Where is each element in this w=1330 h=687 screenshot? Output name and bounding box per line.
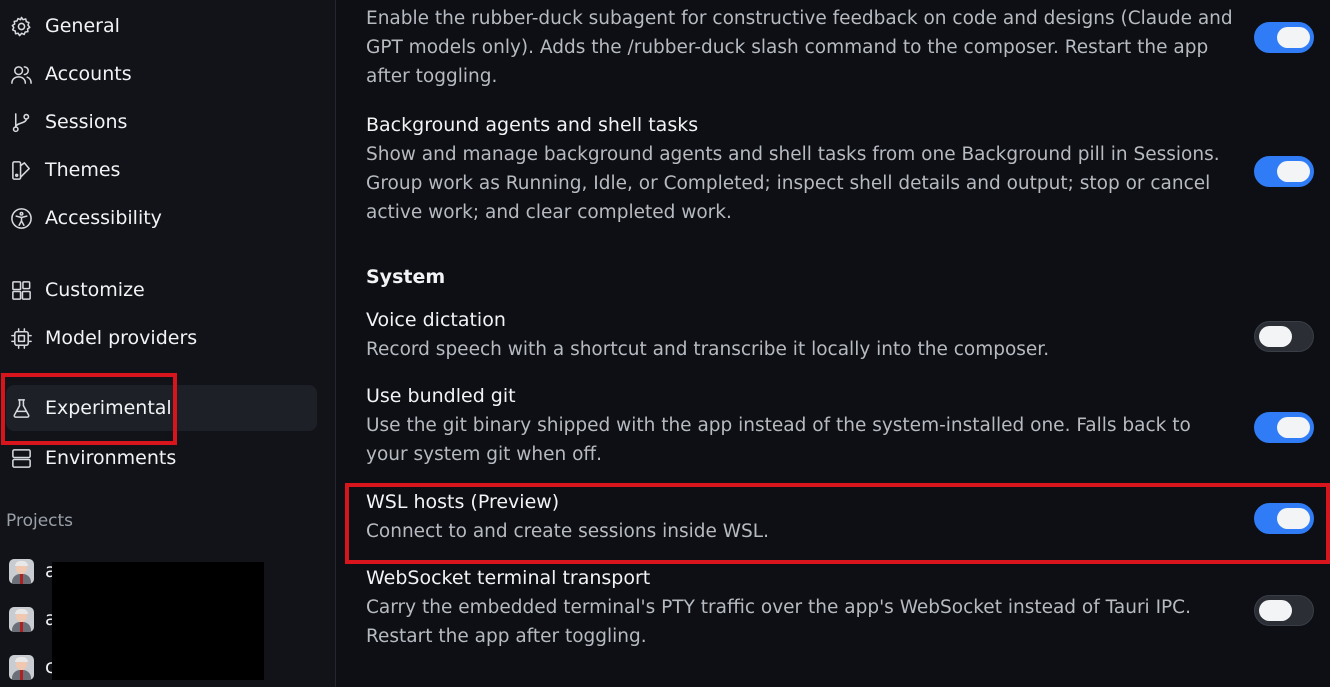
sidebar-item-label: Customize xyxy=(45,279,145,301)
chip-icon xyxy=(8,325,34,351)
sidebar-item-experimental[interactable]: Experimental xyxy=(6,385,317,431)
setting-title: WSL hosts (Preview) xyxy=(366,491,560,513)
sidebar-item-label: Themes xyxy=(45,159,121,181)
setting-voice-dictation: Voice dictation Record speech with a sho… xyxy=(366,306,1236,364)
section-heading-system: System xyxy=(366,266,446,288)
avatar xyxy=(9,606,34,632)
gear-icon xyxy=(8,13,34,39)
sidebar-item-label: Environments xyxy=(45,447,177,469)
setting-title: Voice dictation xyxy=(366,309,506,331)
settings-window: General Accounts Sessions Themes Accessi xyxy=(0,0,1330,687)
settings-content: Enable the rubber-duck subagent for cons… xyxy=(337,0,1330,687)
sidebar-item-customize[interactable]: Customize xyxy=(6,267,317,313)
wsl-hosts-toggle[interactable] xyxy=(1254,503,1314,534)
sidebar-item-label: General xyxy=(45,15,120,37)
setting-description: Use the git binary shipped with the app … xyxy=(366,415,1191,465)
server-icon xyxy=(8,445,34,471)
sidebar-item-accessibility[interactable]: Accessibility xyxy=(6,195,317,241)
setting-description: Show and manage background agents and sh… xyxy=(366,144,1220,223)
toggle-knob xyxy=(1277,417,1310,438)
sidebar-item-themes[interactable]: Themes xyxy=(6,147,317,193)
setting-background-agents: Background agents and shell tasks Show a… xyxy=(366,111,1236,227)
palette-icon xyxy=(8,157,34,183)
sidebar-item-model-providers[interactable]: Model providers xyxy=(6,315,317,361)
accessibility-icon xyxy=(8,205,34,231)
settings-sidebar: General Accounts Sessions Themes Accessi xyxy=(0,0,336,687)
rubber-duck-toggle[interactable] xyxy=(1254,22,1314,53)
setting-wsl-hosts: WSL hosts (Preview) Connect to and creat… xyxy=(366,488,1236,546)
setting-rubber-duck: Enable the rubber-duck subagent for cons… xyxy=(366,4,1236,91)
users-icon xyxy=(8,61,34,87)
setting-description: Record speech with a shortcut and transc… xyxy=(366,339,1050,360)
grid-plus-icon xyxy=(8,277,34,303)
toggle-knob xyxy=(1259,326,1292,347)
toggle-knob xyxy=(1277,161,1310,182)
sidebar-item-label: Experimental xyxy=(45,397,172,419)
sidebar-item-general[interactable]: General xyxy=(6,3,317,49)
sidebar-item-label: Sessions xyxy=(45,111,128,133)
sidebar-item-environments[interactable]: Environments xyxy=(6,435,317,481)
projects-section-label: Projects xyxy=(6,511,74,531)
setting-bundled-git: Use bundled git Use the git binary shipp… xyxy=(366,382,1236,469)
voice-dictation-toggle[interactable] xyxy=(1254,321,1314,352)
branch-icon xyxy=(8,109,34,135)
redaction-block xyxy=(52,562,264,680)
setting-title: WebSocket terminal transport xyxy=(366,567,651,589)
flask-icon xyxy=(8,395,34,421)
toggle-knob xyxy=(1259,600,1292,621)
toggle-knob xyxy=(1277,508,1310,529)
background-agents-toggle[interactable] xyxy=(1254,156,1314,187)
setting-description: Carry the embedded terminal's PTY traffi… xyxy=(366,597,1191,647)
sidebar-item-accounts[interactable]: Accounts xyxy=(6,51,317,97)
sidebar-item-label: Accessibility xyxy=(45,207,162,229)
websocket-transport-toggle[interactable] xyxy=(1254,595,1314,626)
bundled-git-toggle[interactable] xyxy=(1254,412,1314,443)
toggle-knob xyxy=(1277,27,1310,48)
setting-description: Connect to and create sessions inside WS… xyxy=(366,521,769,542)
avatar xyxy=(9,558,34,584)
sidebar-item-label: Model providers xyxy=(45,327,198,349)
setting-title: Use bundled git xyxy=(366,385,516,407)
avatar xyxy=(9,654,34,680)
sidebar-item-label: Accounts xyxy=(45,63,132,85)
setting-description: Enable the rubber-duck subagent for cons… xyxy=(366,8,1233,87)
setting-websocket-transport: WebSocket terminal transport Carry the e… xyxy=(366,564,1236,651)
setting-title: Background agents and shell tasks xyxy=(366,114,699,136)
sidebar-item-sessions[interactable]: Sessions xyxy=(6,99,317,145)
